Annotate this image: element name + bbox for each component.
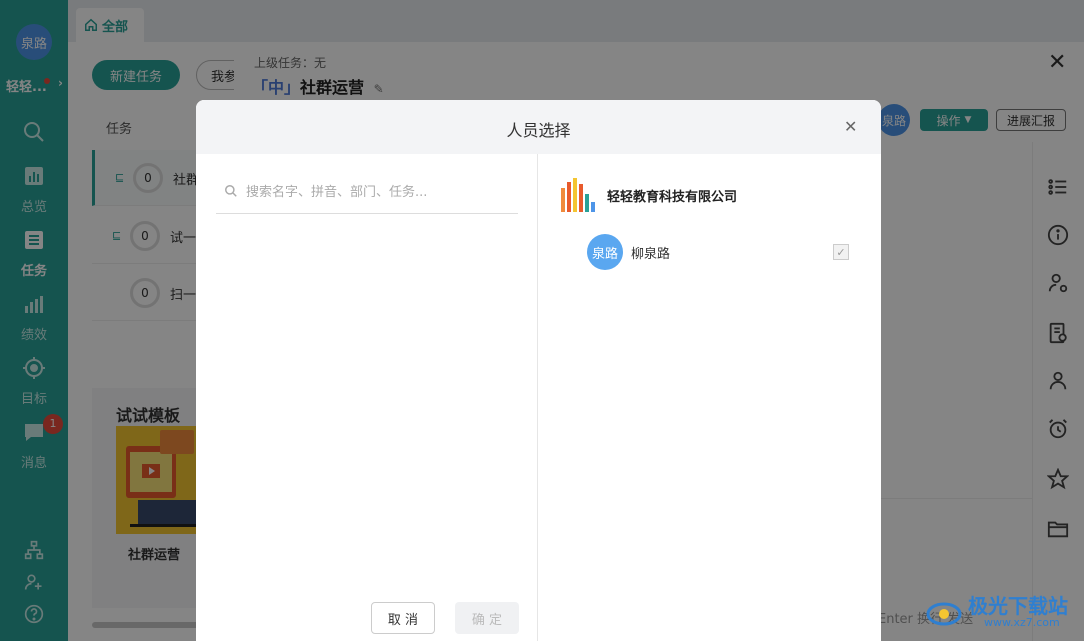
modal-left-pane: 取 消 确 定 bbox=[196, 154, 538, 641]
watermark-url: www.xz7.com bbox=[984, 616, 1060, 629]
person-select-modal: 人员选择 ✕ 取 消 确 定 轻轻教育科技有限公司 泉路 柳泉路 ✓ bbox=[196, 100, 881, 641]
modal-header: 人员选择 ✕ bbox=[196, 100, 881, 154]
org-name[interactable]: 轻轻教育科技有限公司 bbox=[607, 186, 737, 205]
confirm-button[interactable]: 确 定 bbox=[455, 602, 519, 634]
member-avatar: 泉路 bbox=[587, 234, 623, 270]
company-logo-icon bbox=[561, 178, 595, 212]
search-box bbox=[216, 174, 518, 214]
watermark-logo-icon bbox=[926, 602, 962, 626]
close-icon[interactable]: ✕ bbox=[844, 117, 857, 136]
search-input[interactable] bbox=[246, 180, 514, 204]
cancel-button[interactable]: 取 消 bbox=[371, 602, 435, 634]
search-icon bbox=[225, 185, 237, 197]
member-name: 柳泉路 bbox=[631, 247, 671, 262]
modal-title: 人员选择 bbox=[506, 121, 571, 140]
watermark: 极光下载站 www.xz7.com bbox=[924, 588, 1080, 636]
member-checkbox[interactable]: ✓ bbox=[833, 244, 849, 260]
member-item[interactable]: 泉路 柳泉路 ✓ bbox=[587, 234, 857, 270]
watermark-title: 极光下载站 bbox=[968, 594, 1068, 618]
modal-right-pane: 轻轻教育科技有限公司 泉路 柳泉路 ✓ bbox=[539, 154, 881, 641]
